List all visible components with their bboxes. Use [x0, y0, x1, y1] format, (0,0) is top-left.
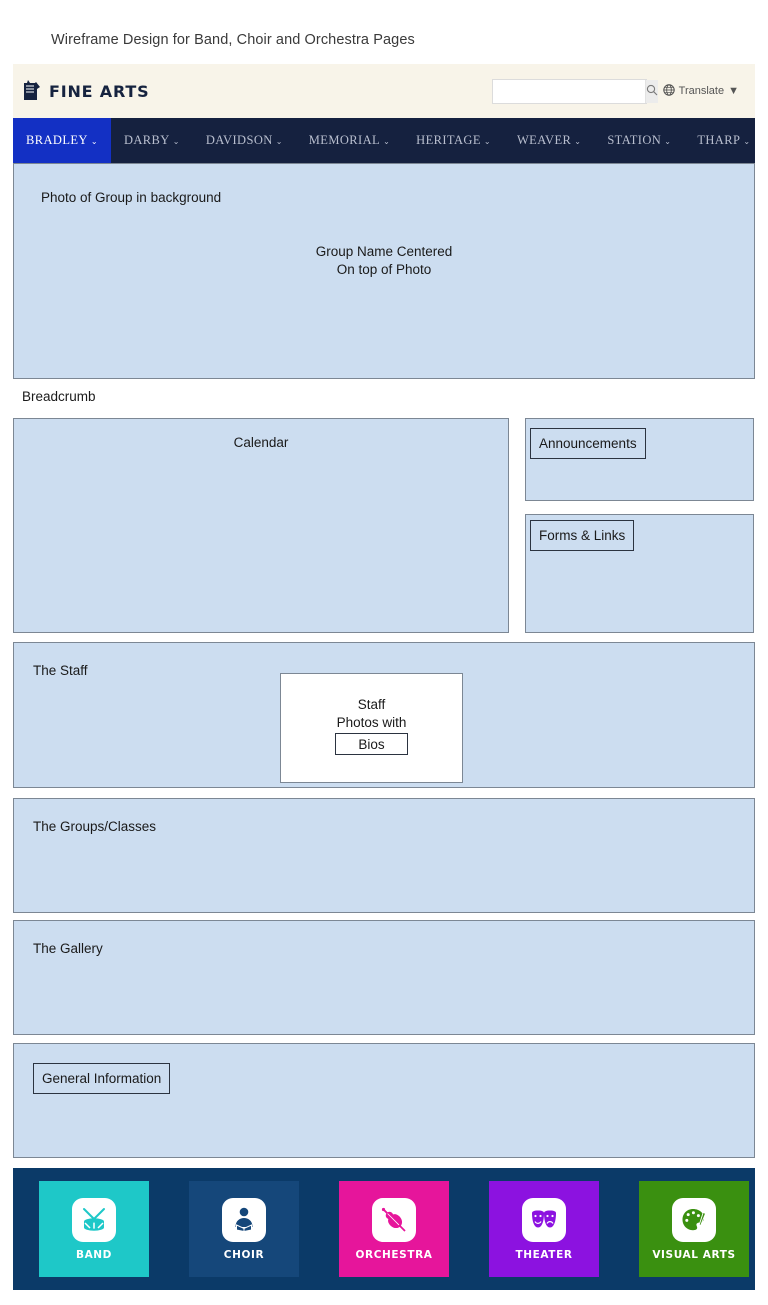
- drum-icon: [72, 1197, 116, 1242]
- nav-item-bradley[interactable]: BRADLEY ⌄: [13, 118, 111, 163]
- staff-photo-line-1: Staff: [357, 697, 386, 712]
- nav-item-station[interactable]: STATION ⌄: [594, 118, 684, 163]
- nav-item-label: MEMORIAL: [308, 133, 381, 147]
- chevron-down-icon: ⌄: [574, 136, 582, 146]
- hero-photo-label: Photo of Group in background: [41, 190, 222, 205]
- footer-tile-label: THEATER: [515, 1248, 573, 1261]
- violin-icon: [372, 1197, 416, 1242]
- groups-classes-label: The Groups/Classes: [33, 819, 157, 834]
- search-box[interactable]: [491, 78, 658, 104]
- announcements-label: Announcements: [530, 428, 646, 459]
- site-logo[interactable]: FINE ARTS: [23, 80, 149, 102]
- nav-item-davidson[interactable]: DAVIDSON ⌄: [193, 118, 296, 163]
- footer-tile-orchestra[interactable]: ORCHESTRA: [339, 1181, 449, 1277]
- chevron-down-icon: ▼: [728, 85, 739, 97]
- main-navigation: BRADLEY ⌄ DARBY ⌄ DAVIDSON ⌄ MEMORIAL ⌄ …: [13, 118, 755, 163]
- calendar-label: Calendar: [233, 435, 289, 450]
- hero-group-name-line-1: Group Name Centered: [315, 244, 453, 259]
- calendar-region: [13, 418, 509, 633]
- footer-tile-visual-arts[interactable]: VISUAL ARTS: [639, 1181, 749, 1277]
- nav-item-label: BRADLEY: [26, 133, 88, 147]
- site-logo-text: FINE ARTS: [49, 81, 150, 101]
- nav-item-label: THARP: [697, 133, 741, 147]
- translate-selector[interactable]: Translate ▼: [662, 83, 739, 99]
- translate-label: Translate: [678, 85, 725, 97]
- search-icon: [646, 84, 658, 99]
- footer-tile-label: ORCHESTRA: [355, 1248, 433, 1261]
- chevron-down-icon: ⌄: [483, 136, 491, 146]
- palette-icon: [672, 1197, 716, 1242]
- staff-label: The Staff: [33, 663, 88, 678]
- site-header: FINE ARTS Translate ▼: [13, 64, 755, 118]
- nav-item-label: DARBY: [123, 133, 170, 147]
- nav-item-tharp[interactable]: THARP ⌄: [684, 118, 763, 163]
- chevron-down-icon: ⌄: [275, 136, 283, 146]
- groups-classes-region: [13, 798, 755, 913]
- header-utilities: Translate ▼: [491, 78, 739, 104]
- search-input[interactable]: [492, 79, 645, 103]
- nav-item-heritage[interactable]: HERITAGE ⌄: [403, 118, 504, 163]
- nav-item-label: DAVIDSON: [205, 133, 273, 147]
- page-title: Wireframe Design for Band, Choir and Orc…: [51, 32, 415, 48]
- footer-tile-label: VISUAL ARTS: [652, 1248, 736, 1261]
- staff-photo-text: Staff Photos with: [280, 696, 463, 732]
- general-information-region: [13, 1043, 755, 1158]
- footer-tiles-bar: BAND CHOIR ORCHESTRA THEATER VISUAL ARTS: [13, 1168, 755, 1290]
- footer-tile-band[interactable]: BAND: [39, 1181, 149, 1277]
- footer-tile-theater[interactable]: THEATER: [489, 1181, 599, 1277]
- gallery-label: The Gallery: [33, 941, 103, 956]
- footer-tile-label: CHOIR: [223, 1248, 265, 1261]
- bios-label: Bios: [335, 733, 408, 755]
- footer-tile-label: BAND: [75, 1248, 113, 1261]
- hero-group-name-line-2: On top of Photo: [336, 262, 432, 277]
- staff-photo-line-2: Photos with: [336, 715, 407, 730]
- chevron-down-icon: ⌄: [743, 136, 751, 146]
- hero-group-name: Group Name Centered On top of Photo: [13, 243, 755, 279]
- chevron-down-icon: ⌄: [90, 136, 98, 146]
- forms-links-label: Forms & Links: [530, 520, 635, 551]
- nav-item-label: HERITAGE: [416, 133, 481, 147]
- fine-arts-brush-icon: [23, 80, 43, 102]
- nav-item-label: WEAVER: [516, 133, 572, 147]
- gallery-region: [13, 920, 755, 1035]
- globe-icon: [662, 83, 675, 99]
- chevron-down-icon: ⌄: [172, 136, 180, 146]
- nav-item-memorial[interactable]: MEMORIAL ⌄: [296, 118, 403, 163]
- general-information-label: General Information: [33, 1063, 171, 1094]
- nav-item-label: STATION: [607, 133, 662, 147]
- breadcrumb[interactable]: Breadcrumb: [22, 389, 96, 404]
- footer-tile-choir[interactable]: CHOIR: [189, 1181, 299, 1277]
- chevron-down-icon: ⌄: [383, 136, 391, 146]
- nav-item-darby[interactable]: DARBY ⌄: [111, 118, 193, 163]
- search-button[interactable]: [644, 79, 658, 103]
- nav-item-weaver[interactable]: WEAVER ⌄: [504, 118, 594, 163]
- theater-masks-icon: [522, 1197, 566, 1242]
- chevron-down-icon: ⌄: [664, 136, 672, 146]
- singer-icon: [222, 1197, 266, 1242]
- wireframe-page: Wireframe Design for Band, Choir and Orc…: [0, 0, 768, 1305]
